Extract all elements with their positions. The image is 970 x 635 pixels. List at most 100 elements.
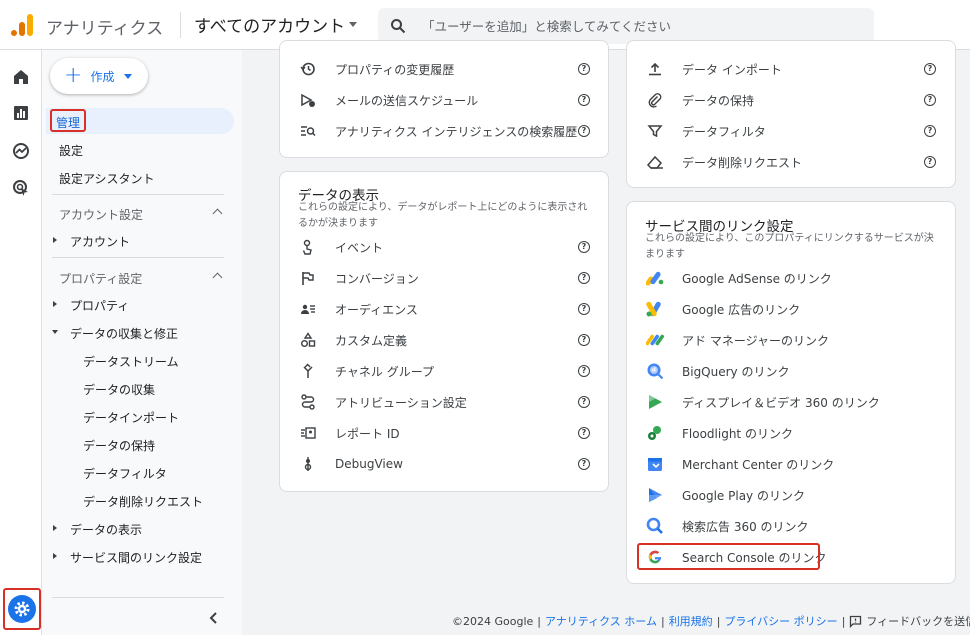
help-icon[interactable]: ? [578, 396, 590, 408]
row-debugview[interactable]: DebugView [298, 452, 403, 476]
row-floodlight-link[interactable]: Floodlight のリンク [645, 421, 793, 445]
search-bar[interactable] [378, 8, 874, 44]
sidebar-item-property[interactable]: プロパティ [70, 297, 129, 314]
sidebar-item-admin[interactable]: 管理 [50, 109, 87, 132]
row-adsense-link[interactable]: Google AdSense のリンク [645, 266, 832, 290]
help-icon[interactable]: ? [578, 241, 590, 253]
expand-arrow-icon[interactable] [53, 301, 57, 307]
row-data-retention[interactable]: データの保持 [645, 88, 754, 112]
rail-explore-button[interactable] [9, 139, 33, 163]
sidebar-item-settings[interactable]: 設定 [59, 142, 83, 159]
sidebar-item-service-links[interactable]: サービス間のリンク設定 [70, 549, 202, 566]
search-ads-360-icon [645, 516, 665, 536]
footer-privacy-link[interactable]: プライバシー ポリシー [724, 613, 837, 629]
row-search-ads-360-link[interactable]: 検索広告 360 のリンク [645, 514, 809, 538]
section-account-settings[interactable]: アカウント設定 [59, 206, 143, 223]
rail-admin-button[interactable] [3, 588, 41, 630]
help-icon[interactable]: ? [924, 63, 936, 75]
row-data-import[interactable]: データ インポート [645, 57, 782, 81]
row-data-filters[interactable]: データフィルタ [645, 119, 766, 143]
row-label: BigQuery のリンク [682, 364, 790, 379]
row-google-ads-link[interactable]: Google 広告のリンク [645, 297, 800, 321]
rail-home-button[interactable] [9, 65, 33, 89]
row-label: Floodlight のリンク [682, 426, 793, 441]
help-icon[interactable]: ? [578, 272, 590, 284]
row-conversions[interactable]: コンバージョン [298, 266, 419, 290]
sidebar-divider [52, 194, 224, 195]
adsense-icon [645, 268, 665, 288]
help-icon[interactable]: ? [578, 63, 590, 75]
row-display-video-link[interactable]: ディスプレイ＆ビデオ 360 のリンク [645, 390, 880, 414]
history-icon [298, 59, 318, 79]
row-custom-definitions[interactable]: カスタム定義 [298, 328, 407, 352]
chevron-left-icon[interactable] [206, 610, 222, 626]
chevron-up-icon[interactable] [212, 272, 223, 283]
row-ad-manager-link[interactable]: アド マネージャーのリンク [645, 328, 829, 352]
sidebar-subitem-data-streams[interactable]: データストリーム [83, 353, 179, 370]
help-icon[interactable]: ? [578, 94, 590, 106]
row-data-deletion[interactable]: データ削除リクエスト [645, 150, 802, 174]
sidebar-item-account[interactable]: アカウント [70, 233, 130, 250]
analytics-logo-icon[interactable] [10, 13, 34, 37]
help-icon[interactable]: ? [924, 125, 936, 137]
expand-arrow-icon[interactable] [53, 525, 57, 531]
feedback-icon[interactable] [849, 615, 862, 628]
admin-button-background [8, 595, 36, 623]
expand-arrow-icon[interactable] [53, 553, 57, 559]
help-icon[interactable]: ? [578, 365, 590, 377]
row-label: プロパティの変更履歴 [335, 62, 455, 77]
search-input[interactable] [422, 18, 862, 34]
sidebar-item-data-collection[interactable]: データの収集と修正 [70, 325, 178, 342]
sidebar-item-data-display[interactable]: データの表示 [70, 521, 142, 538]
create-button-label: 作成 [90, 69, 115, 84]
expand-arrow-icon[interactable] [53, 237, 57, 243]
footer-separator: | [537, 614, 541, 628]
row-label: 検索広告 360 のリンク [682, 519, 809, 534]
row-attribution-settings[interactable]: アトリビューション設定 [298, 390, 467, 414]
footer-feedback-link[interactable]: フィードバックを送信 [866, 613, 970, 629]
help-icon[interactable]: ? [578, 334, 590, 346]
footer-home-link[interactable]: アナリティクス ホーム [545, 613, 657, 629]
help-icon[interactable]: ? [578, 303, 590, 315]
help-icon[interactable]: ? [924, 156, 936, 168]
footer-terms-link[interactable]: 利用規約 [669, 613, 713, 629]
row-audiences[interactable]: オーディエンス [298, 297, 418, 321]
app-title: アナリティクス [46, 19, 164, 39]
row-report-id[interactable]: レポート ID [298, 421, 400, 445]
row-events[interactable]: イベント [298, 235, 383, 259]
row-property-change-history[interactable]: プロパティの変更履歴 [298, 57, 454, 81]
rail-reports-button[interactable] [9, 101, 33, 125]
sidebar-subitem-data-filters[interactable]: データフィルタ [83, 465, 167, 482]
row-bigquery-link[interactable]: BigQuery のリンク [645, 359, 789, 383]
help-icon[interactable]: ? [578, 125, 590, 137]
row-label: カスタム定義 [335, 333, 408, 348]
card-description: これらの設定により、このプロパティにリンクするサービスが決まります [645, 233, 934, 260]
rail-advertising-button[interactable] [9, 176, 33, 200]
row-label: チャネル グループ [335, 364, 434, 379]
create-button[interactable]: + 作成 [50, 58, 148, 94]
footer: ©2024 Google | アナリティクス ホーム | 利用規約 | プライバ… [452, 613, 970, 629]
sidebar-subitem-data-import[interactable]: データインポート [83, 409, 179, 426]
collapse-arrow-icon[interactable] [52, 330, 58, 334]
help-icon[interactable]: ? [578, 427, 590, 439]
row-channel-groups[interactable]: チャネル グループ [298, 359, 434, 383]
merge-icon [298, 361, 318, 381]
audience-icon [298, 299, 318, 319]
help-icon[interactable]: ? [924, 94, 936, 106]
row-google-play-link[interactable]: Google Play のリンク [645, 483, 805, 507]
row-email-schedule[interactable]: メールの送信スケジュール [298, 88, 478, 112]
account-selector[interactable]: すべてのアカウント [194, 12, 358, 37]
sidebar-subitem-data-deletion[interactable]: データ削除リクエスト [83, 493, 203, 510]
help-icon[interactable]: ? [578, 458, 590, 470]
row-intelligence-history[interactable]: アナリティクス インテリジェンスの検索履歴 [298, 119, 577, 143]
sidebar-divider [52, 257, 224, 258]
chevron-up-icon[interactable] [212, 208, 223, 219]
section-property-settings[interactable]: プロパティ設定 [59, 270, 142, 287]
attachment-icon [645, 90, 665, 110]
sidebar-subitem-data-retention[interactable]: データの保持 [83, 437, 155, 454]
row-merchant-center-link[interactable]: Merchant Center のリンク [645, 452, 834, 476]
search-icon [391, 19, 406, 34]
floodlight-icon [645, 423, 665, 443]
sidebar-subitem-data-collection[interactable]: データの収集 [83, 381, 155, 398]
sidebar-item-setup-assistant[interactable]: 設定アシスタント [59, 170, 155, 187]
